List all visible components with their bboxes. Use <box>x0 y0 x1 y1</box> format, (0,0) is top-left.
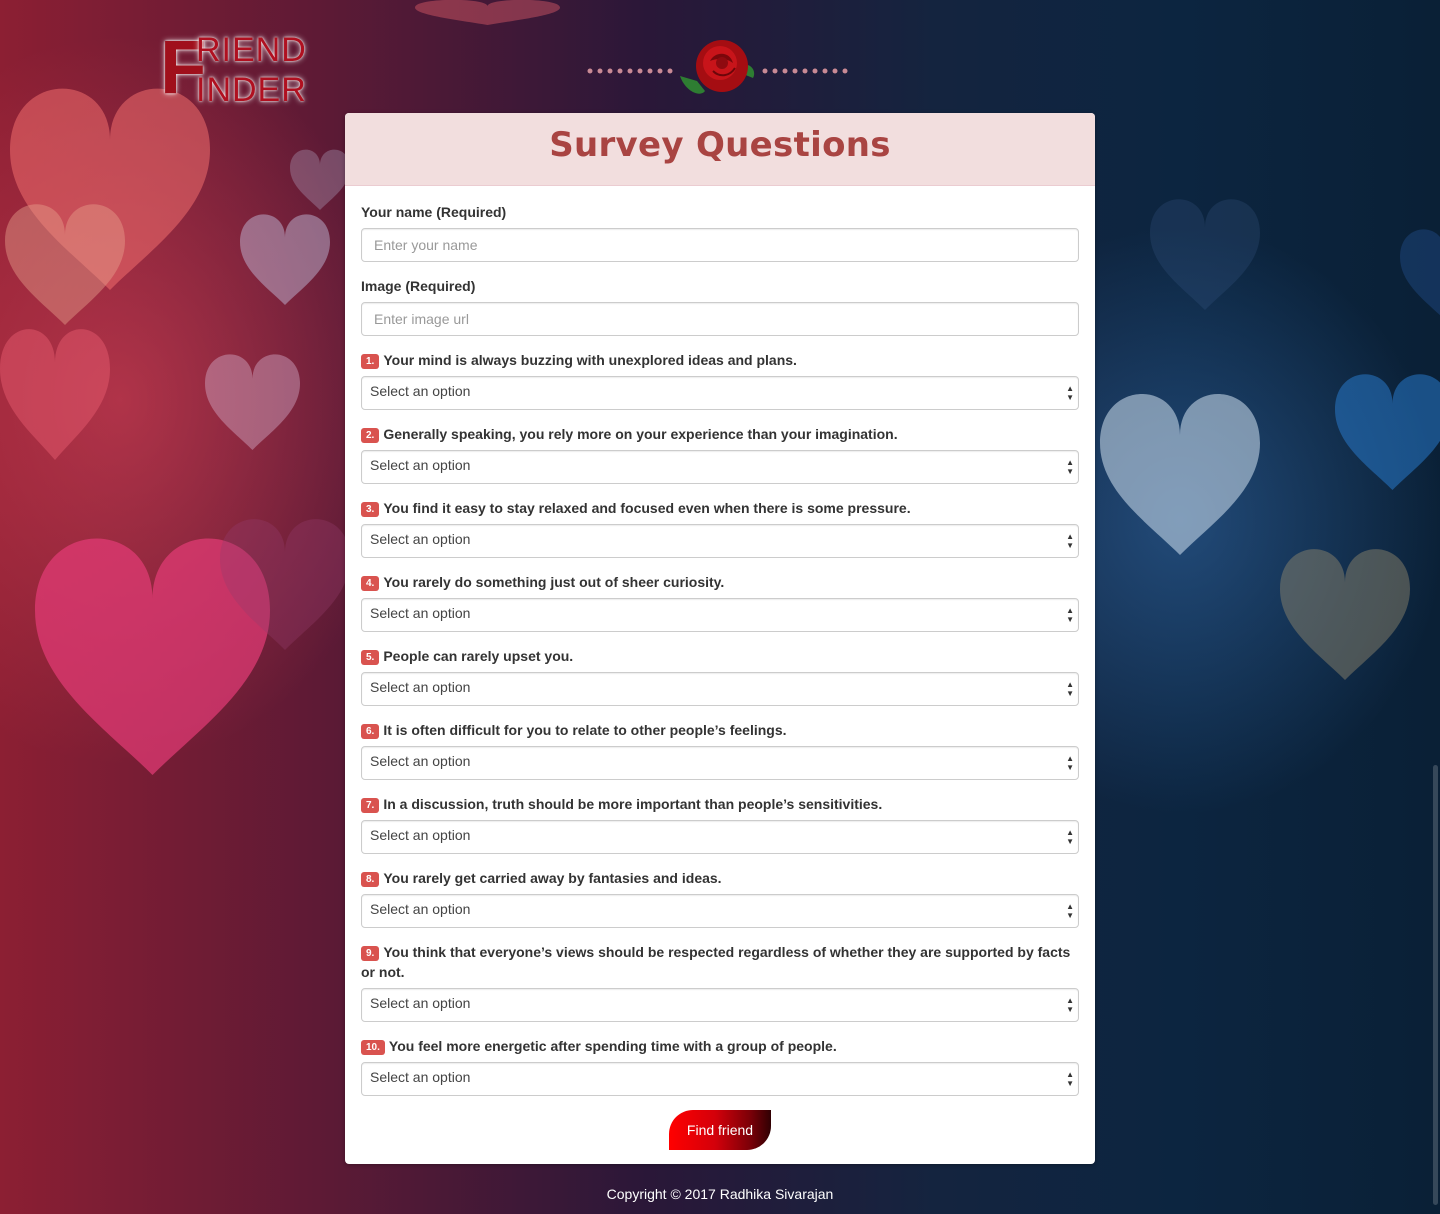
logo-line-1: RIEND <box>196 31 307 69</box>
name-label: Your name (Required) <box>361 204 507 220</box>
image-group: Image (Required) Enter image url <box>361 276 1079 336</box>
name-group: Your name (Required) Enter your name <box>361 202 1079 262</box>
question-number-badge: 7. <box>361 798 380 813</box>
question-1-select[interactable]: Select an option ▲ ▼ <box>361 376 1079 410</box>
question-10-select[interactable]: Select an option ▲ ▼ <box>361 1062 1079 1096</box>
question-number-badge: 6. <box>361 724 380 739</box>
panel-header: Survey Questions <box>345 113 1095 186</box>
question-number-badge: 2. <box>361 428 380 443</box>
question-3: 3. You find it easy to stay relaxed and f… <box>361 498 1079 558</box>
page-title: Survey Questions <box>549 125 891 165</box>
question-10: 10. You feel more energetic after spendin… <box>361 1036 1079 1096</box>
question-number-badge: 1. <box>361 354 380 369</box>
question-5-select[interactable]: Select an option ▲ ▼ <box>361 672 1079 706</box>
question-number-badge: 4. <box>361 576 380 591</box>
select-value: Select an option <box>370 531 471 547</box>
select-arrows-icon: ▲ ▼ <box>1066 754 1074 772</box>
question-9-select[interactable]: Select an option ▲ ▼ <box>361 988 1079 1022</box>
question-text: It is often difficult for you to relate … <box>383 722 787 738</box>
select-value: Select an option <box>370 383 471 399</box>
logo-line-2: INDER <box>196 71 307 109</box>
question-6-select[interactable]: Select an option ▲ ▼ <box>361 746 1079 780</box>
question-text: People can rarely upset you. <box>383 648 574 664</box>
select-arrows-icon: ▲ ▼ <box>1066 606 1074 624</box>
question-5: 5. People can rarely upset you. Select an… <box>361 646 1079 706</box>
select-arrows-icon: ▲ ▼ <box>1066 996 1074 1014</box>
select-value: Select an option <box>370 605 471 621</box>
survey-panel: Survey Questions Your name (Required) En… <box>345 113 1095 1164</box>
select-value: Select an option <box>370 995 471 1011</box>
rose-divider-icon <box>587 40 848 94</box>
submit-row: Find friend <box>361 1110 1079 1150</box>
select-arrows-icon: ▲ ▼ <box>1066 532 1074 550</box>
question-1: 1. Your mind is always buzzing with unexp… <box>361 350 1079 410</box>
friend-finder-logo[interactable]: F RIEND INDER <box>160 30 310 112</box>
question-2: 2. Generally speaking, you rely more on y… <box>361 424 1079 484</box>
question-3-select[interactable]: Select an option ▲ ▼ <box>361 524 1079 558</box>
name-input[interactable]: Enter your name <box>361 228 1079 262</box>
select-value: Select an option <box>370 753 471 769</box>
select-arrows-icon: ▲ ▼ <box>1066 384 1074 402</box>
question-text: You find it easy to stay relaxed and foc… <box>383 500 911 516</box>
question-text: Generally speaking, you rely more on you… <box>383 426 898 442</box>
question-text: You rarely get carried away by fantasies… <box>383 870 722 886</box>
select-arrows-icon: ▲ ▼ <box>1066 458 1074 476</box>
question-6: 6. It is often difficult for you to relat… <box>361 720 1079 780</box>
question-8: 8. You rarely get carried away by fantasi… <box>361 868 1079 928</box>
footer-copyright: Copyright © 2017 Radhika Sivarajan <box>606 1186 834 1202</box>
select-arrows-icon: ▲ ▼ <box>1066 828 1074 846</box>
select-arrows-icon: ▲ ▼ <box>1066 1070 1074 1088</box>
image-label: Image (Required) <box>361 278 476 294</box>
question-number-badge: 5. <box>361 650 380 665</box>
image-url-input[interactable]: Enter image url <box>361 302 1079 336</box>
question-2-select[interactable]: Select an option ▲ ▼ <box>361 450 1079 484</box>
question-number-badge: 10. <box>361 1040 385 1055</box>
question-4-select[interactable]: Select an option ▲ ▼ <box>361 598 1079 632</box>
survey-form: Your name (Required) Enter your name Ima… <box>345 186 1095 1150</box>
question-7-select[interactable]: Select an option ▲ ▼ <box>361 820 1079 854</box>
question-8-select[interactable]: Select an option ▲ ▼ <box>361 894 1079 928</box>
question-4: 4. You rarely do something just out of sh… <box>361 572 1079 632</box>
question-text: Your mind is always buzzing with unexplo… <box>383 352 797 368</box>
question-text: In a discussion, truth should be more im… <box>383 796 883 812</box>
select-value: Select an option <box>370 1069 471 1085</box>
question-7: 7. In a discussion, truth should be more … <box>361 794 1079 854</box>
question-9: 9. You think that everyone’s views should… <box>361 942 1079 1022</box>
select-value: Select an option <box>370 457 471 473</box>
select-value: Select an option <box>370 901 471 917</box>
select-arrows-icon: ▲ ▼ <box>1066 680 1074 698</box>
find-friend-button[interactable]: Find friend <box>669 1110 771 1150</box>
question-number-badge: 3. <box>361 502 380 517</box>
question-text: You think that everyone’s views should b… <box>361 944 1071 980</box>
select-value: Select an option <box>370 827 471 843</box>
question-number-badge: 9. <box>361 946 380 961</box>
question-text: You feel more energetic after spending t… <box>388 1038 837 1054</box>
scrollbar-thumb[interactable] <box>1433 765 1438 1205</box>
select-value: Select an option <box>370 679 471 695</box>
select-arrows-icon: ▲ ▼ <box>1066 902 1074 920</box>
question-text: You rarely do something just out of shee… <box>383 574 725 590</box>
question-number-badge: 8. <box>361 872 380 887</box>
